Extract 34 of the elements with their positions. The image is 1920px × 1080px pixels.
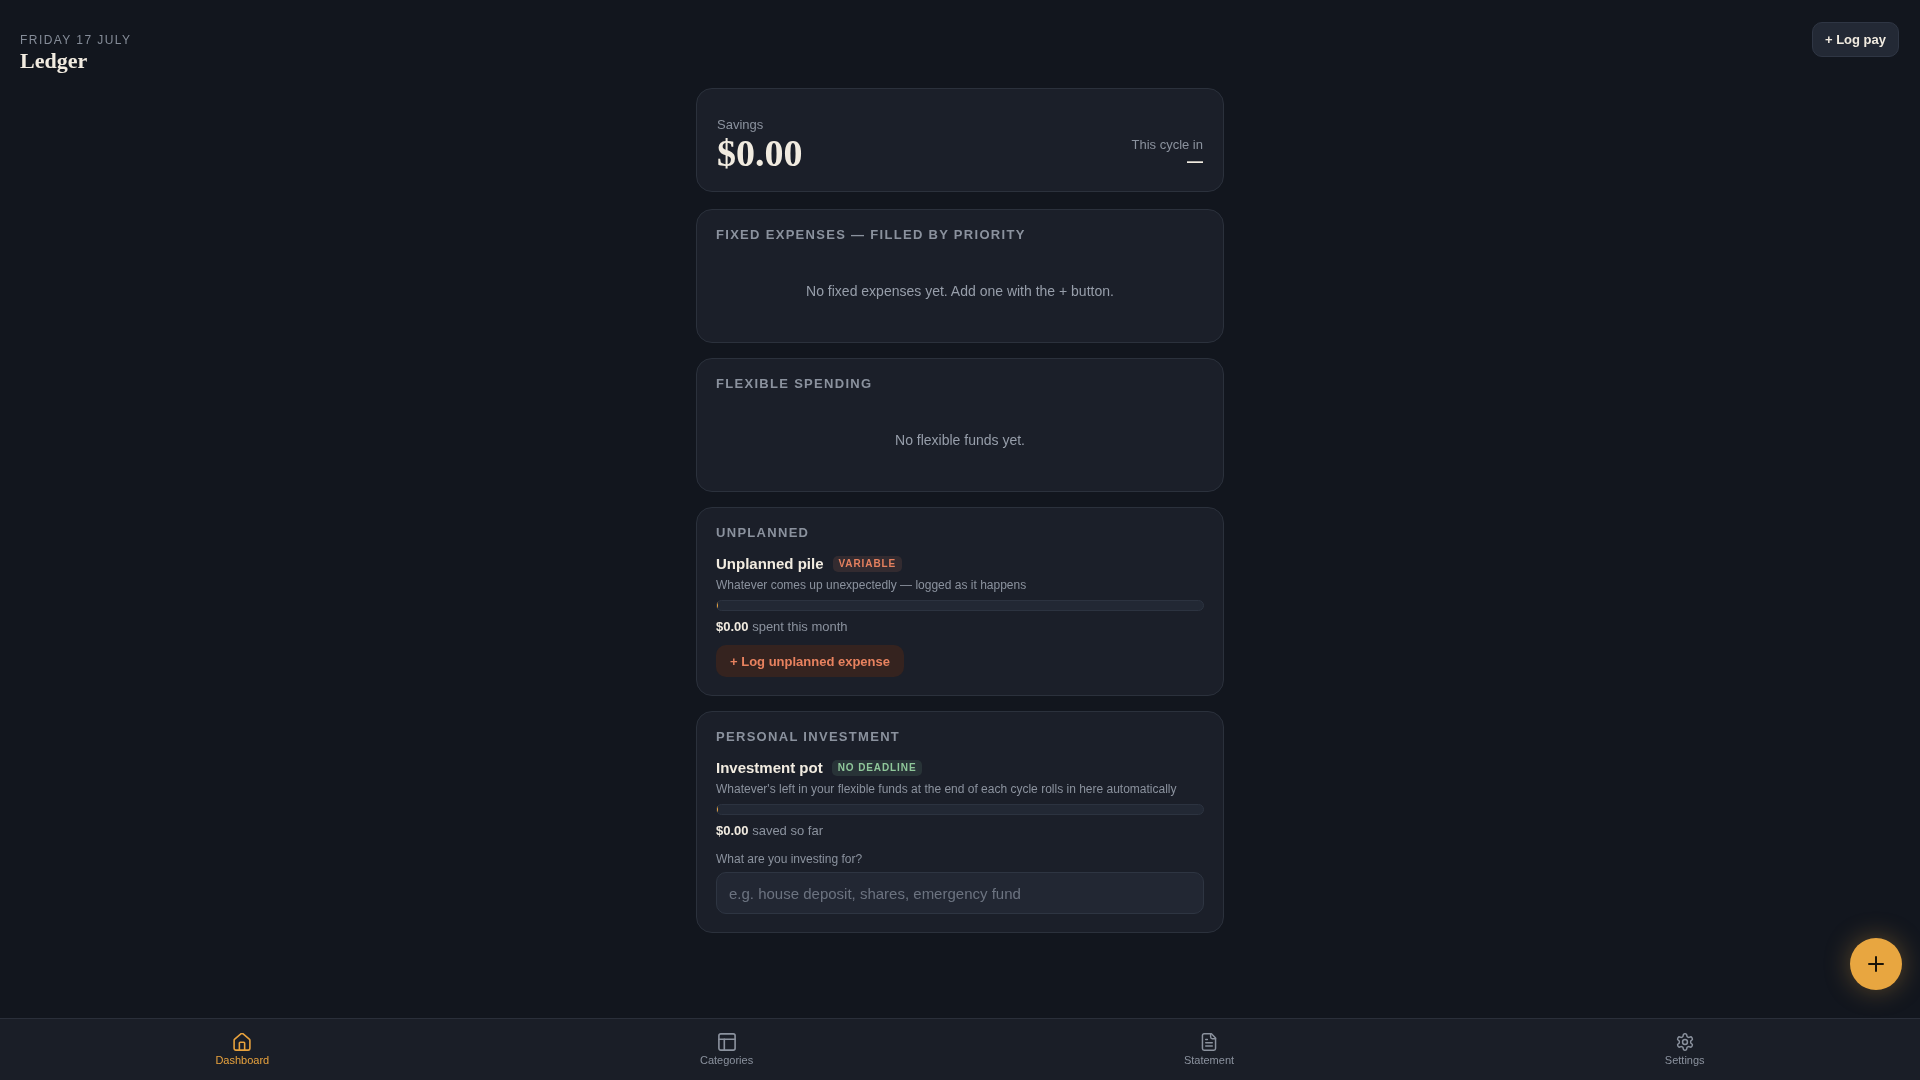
savings-amount: $0.00 [717, 133, 803, 173]
layout-icon [717, 1032, 736, 1051]
cycle-value: — [1187, 153, 1203, 171]
input-field[interactable]: e.g. house deposit, shares, emergency fund [716, 872, 1204, 914]
nav-tab[interactable]: Settings [1662, 1032, 1707, 1067]
amount-summary: $0.00 saved so far [716, 822, 824, 840]
plus-icon [1868, 956, 1884, 972]
empty-message: No fixed expenses yet. Add one with the + button. [805, 282, 1115, 301]
empty-message: No flexible funds yet. [894, 431, 1026, 450]
nav-tab[interactable]: Statement [1181, 1032, 1237, 1067]
pot-name: Investment pot [716, 758, 823, 778]
nav-tab[interactable]: Categories [697, 1032, 756, 1067]
log-pay-button[interactable]: + Log pay [1811, 22, 1899, 57]
section-title: UNPLANNED [716, 525, 810, 541]
settings-icon [1675, 1032, 1694, 1051]
pot-tag: VARIABLE [832, 556, 903, 572]
home-icon [233, 1032, 252, 1051]
pot-description: Whatever comes up unexpectedly — logged as it happens [716, 577, 1028, 593]
log-expense-button[interactable]: + Log unplanned expense [716, 645, 904, 677]
section-title: PERSONAL INVESTMENT [716, 729, 901, 745]
cycle-label: This cycle in [1131, 137, 1203, 153]
pot-name: Unplanned pile [716, 554, 824, 574]
section-title: FIXED EXPENSES — FILLED BY PRIORITY [716, 227, 1026, 243]
document-icon [1200, 1032, 1218, 1051]
nav-tab[interactable]: Dashboard [213, 1032, 272, 1067]
add-button[interactable] [1850, 938, 1902, 990]
pot-description: Whatever's left in your flexible funds at the end of each cycle rolls in here automatically [716, 781, 1178, 797]
savings-label: Savings [717, 117, 764, 133]
field-label: What are you investing for? [716, 851, 864, 867]
pot-tag: NO DEADLINE [831, 760, 923, 776]
section-title: FLEXIBLE SPENDING [716, 376, 873, 392]
amount-summary: $0.00 spent this month [716, 618, 849, 636]
date-label: FRIDAY 17 JULY [20, 32, 132, 48]
app-title: Ledger [20, 48, 88, 74]
